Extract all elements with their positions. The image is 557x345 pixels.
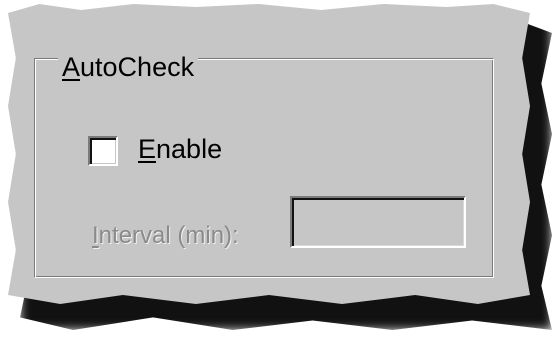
interval-label-rest: nterval (min): bbox=[98, 222, 239, 249]
interval-label: Interval (min): bbox=[92, 220, 239, 252]
groupbox-title-accelerator: A bbox=[62, 52, 81, 82]
interval-label-accelerator: I bbox=[92, 222, 99, 249]
enable-checkbox[interactable] bbox=[88, 136, 118, 166]
groupbox-title: AutoCheck bbox=[58, 50, 199, 84]
interval-input[interactable] bbox=[290, 196, 466, 248]
enable-label-rest: nable bbox=[156, 134, 223, 164]
enable-label-accelerator: E bbox=[138, 134, 157, 164]
enable-checkbox-label[interactable]: Enable bbox=[138, 132, 222, 166]
groupbox-title-rest: utoCheck bbox=[80, 52, 195, 82]
